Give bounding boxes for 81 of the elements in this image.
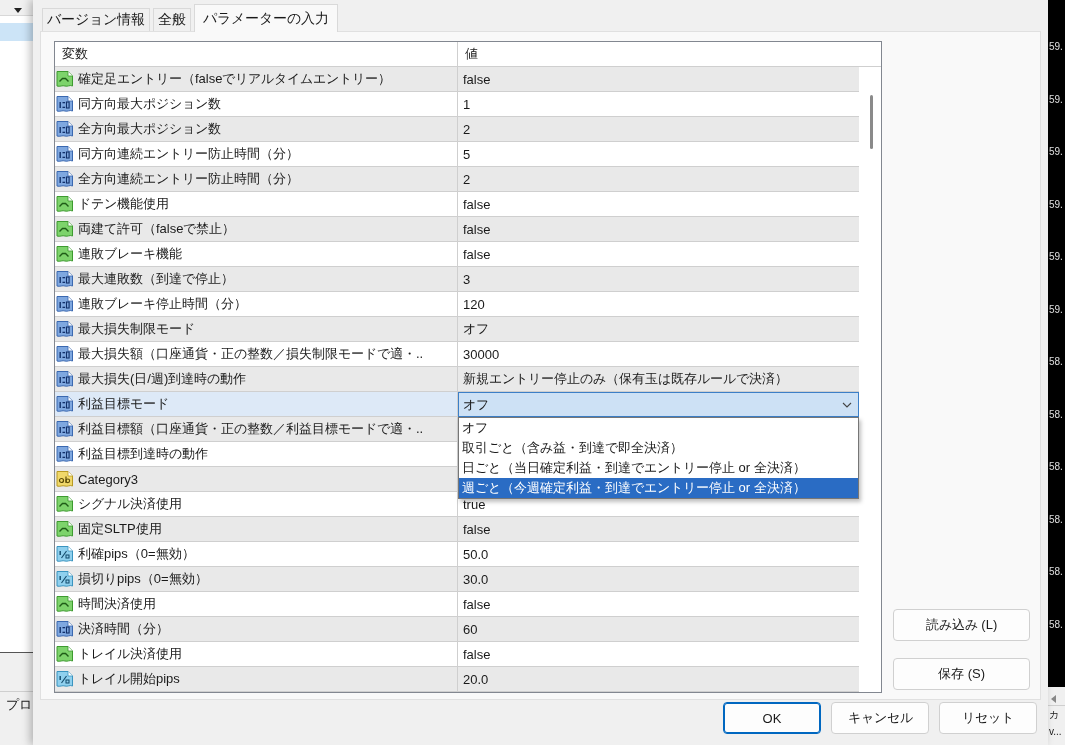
column-header[interactable]: 変数	[55, 42, 457, 66]
price-label: 59.	[1048, 93, 1064, 105]
parameter-name-cell[interactable]: 同方向最大ポジション数	[55, 92, 457, 116]
parameter-value[interactable]: 1	[463, 96, 471, 112]
parameter-value[interactable]: 120	[463, 296, 485, 312]
parameter-name-cell[interactable]: 利確pips（0=無効）	[55, 542, 457, 566]
tab[interactable]: バージョン情報	[42, 8, 150, 31]
parameter-name-cell[interactable]: トレイル開始pips	[55, 667, 457, 691]
parameter-name-cell[interactable]: 利益目標到達時の動作	[55, 442, 457, 466]
save-button[interactable]: 保存 (S)	[893, 658, 1030, 690]
parameter-name-cell[interactable]: 両建て許可（falseで禁止）	[55, 217, 457, 241]
parameter-value[interactable]: 2	[463, 121, 471, 137]
parameter-name-cell[interactable]: 固定SLTP使用	[55, 517, 457, 541]
parameter-name-cell[interactable]: 決済時間（分）	[55, 617, 457, 641]
tab[interactable]: パラメーターの入力	[194, 4, 338, 32]
parameter-value[interactable]: 30.0	[463, 571, 489, 587]
price-label: 59.	[1048, 41, 1064, 52]
parameter-value[interactable]: 50.0	[463, 546, 489, 562]
panel-tab-label[interactable]: プロ	[0, 692, 33, 714]
parameter-name-cell[interactable]: 損切りpips（0=無効）	[55, 567, 457, 591]
scrollbar-thumb[interactable]	[869, 95, 873, 149]
parameter-name-cell[interactable]: トレイル決済使用	[55, 642, 457, 666]
parameter-name-cell[interactable]: 利益目標モード	[55, 392, 457, 416]
parameter-value[interactable]: false	[463, 521, 491, 537]
parameter-name-cell[interactable]: 時間決済使用	[55, 592, 457, 616]
parameter-name-cell[interactable]: 全方向最大ポジション数	[55, 117, 457, 141]
price-label: 59.	[1048, 251, 1064, 262]
dropdown-option[interactable]: 日ごと（当日確定利益・到達でエントリー停止 or 全決済）	[459, 458, 858, 478]
price-label: 58.	[1048, 513, 1064, 525]
dropdown-option[interactable]: 週ごと（今週確定利益・到達でエントリー停止 or 全決済）	[459, 478, 858, 498]
price-label: 58.	[1048, 461, 1064, 472]
parameter-value[interactable]: 2	[463, 171, 471, 187]
parameter-value[interactable]: true	[463, 496, 486, 512]
parameter-name-cell[interactable]: 最大損失制限モード	[55, 317, 457, 341]
price-label: 58.	[1048, 356, 1064, 367]
ok-button[interactable]: OK	[723, 702, 821, 734]
dropdown-option[interactable]: オフ	[459, 418, 858, 438]
parameter-name-cell[interactable]: 最大損失(日/週)到達時の動作	[55, 367, 457, 391]
parameter-value[interactable]: false	[463, 646, 491, 662]
column-header[interactable]: 値	[457, 42, 478, 66]
partial-label: カ	[1048, 708, 1060, 722]
parameter-value[interactable]: 20.0	[463, 671, 489, 687]
parameter-name-cell[interactable]: 全方向連続エントリー防止時間（分）	[55, 167, 457, 191]
parameter-value[interactable]: 3	[463, 271, 471, 287]
load-button[interactable]: 読み込み (L)	[893, 609, 1030, 641]
parameter-value[interactable]: 5	[463, 146, 471, 162]
parameter-name-cell[interactable]: 最大連敗数（到達で停止）	[55, 267, 457, 291]
parameter-value[interactable]: false	[463, 221, 491, 237]
parameter-name-cell[interactable]: 同方向連続エントリー防止時間（分）	[55, 142, 457, 166]
price-label: 58.	[1048, 618, 1064, 630]
cancel-button[interactable]: キャンセル	[831, 702, 929, 734]
parameter-value[interactable]: 30000	[463, 346, 500, 362]
dropdown-field[interactable]: オフ	[458, 392, 859, 417]
parameter-value[interactable]: 60	[463, 621, 478, 637]
parameter-name-cell[interactable]: 確定足エントリー（falseでリアルタイムエントリー）	[55, 67, 457, 91]
dropdown-option[interactable]: 取引ごと（含み益・到達で即全決済）	[459, 438, 858, 458]
parameter-name-cell[interactable]: ドテン機能使用	[55, 192, 457, 216]
selected-row-highlight	[0, 23, 33, 41]
price-label: 59.	[1048, 198, 1064, 210]
parameter-value[interactable]: false	[463, 71, 491, 87]
price-label: 59.	[1048, 146, 1064, 157]
reset-button[interactable]: リセット	[939, 702, 1037, 734]
partial-label: v...	[1048, 725, 1063, 739]
parameter-name-cell[interactable]: シグナル決済使用	[55, 492, 457, 516]
parameter-name-cell[interactable]: 連敗ブレーキ機能	[55, 242, 457, 266]
price-label: 59.	[1048, 303, 1064, 315]
parameter-name-cell[interactable]: 連敗ブレーキ停止時間（分）	[55, 292, 457, 316]
parameter-name-cell[interactable]: 最大損失額（口座通貨・正の整数／損失制限モードで適・..	[55, 342, 457, 366]
parameter-value[interactable]: false	[463, 196, 491, 212]
parameter-value[interactable]: オフ	[463, 320, 489, 338]
price-label: 58.	[1048, 408, 1064, 420]
parameter-name-cell[interactable]: Category3	[55, 467, 457, 491]
price-label: 58.	[1048, 566, 1064, 577]
tab[interactable]: 全般	[153, 8, 191, 31]
parameter-value[interactable]: false	[463, 596, 491, 612]
parameter-value[interactable]: 新規エントリー停止のみ（保有玉は既存ルールで決済）	[463, 370, 788, 388]
caret-down-icon[interactable]	[14, 8, 22, 13]
scroll-left-icon[interactable]	[1051, 695, 1056, 703]
parameter-value[interactable]: false	[463, 246, 491, 262]
parameter-name-cell[interactable]: 利益目標額（口座通貨・正の整数／利益目標モードで適・..	[55, 417, 457, 441]
chevron-down-icon	[842, 401, 852, 408]
